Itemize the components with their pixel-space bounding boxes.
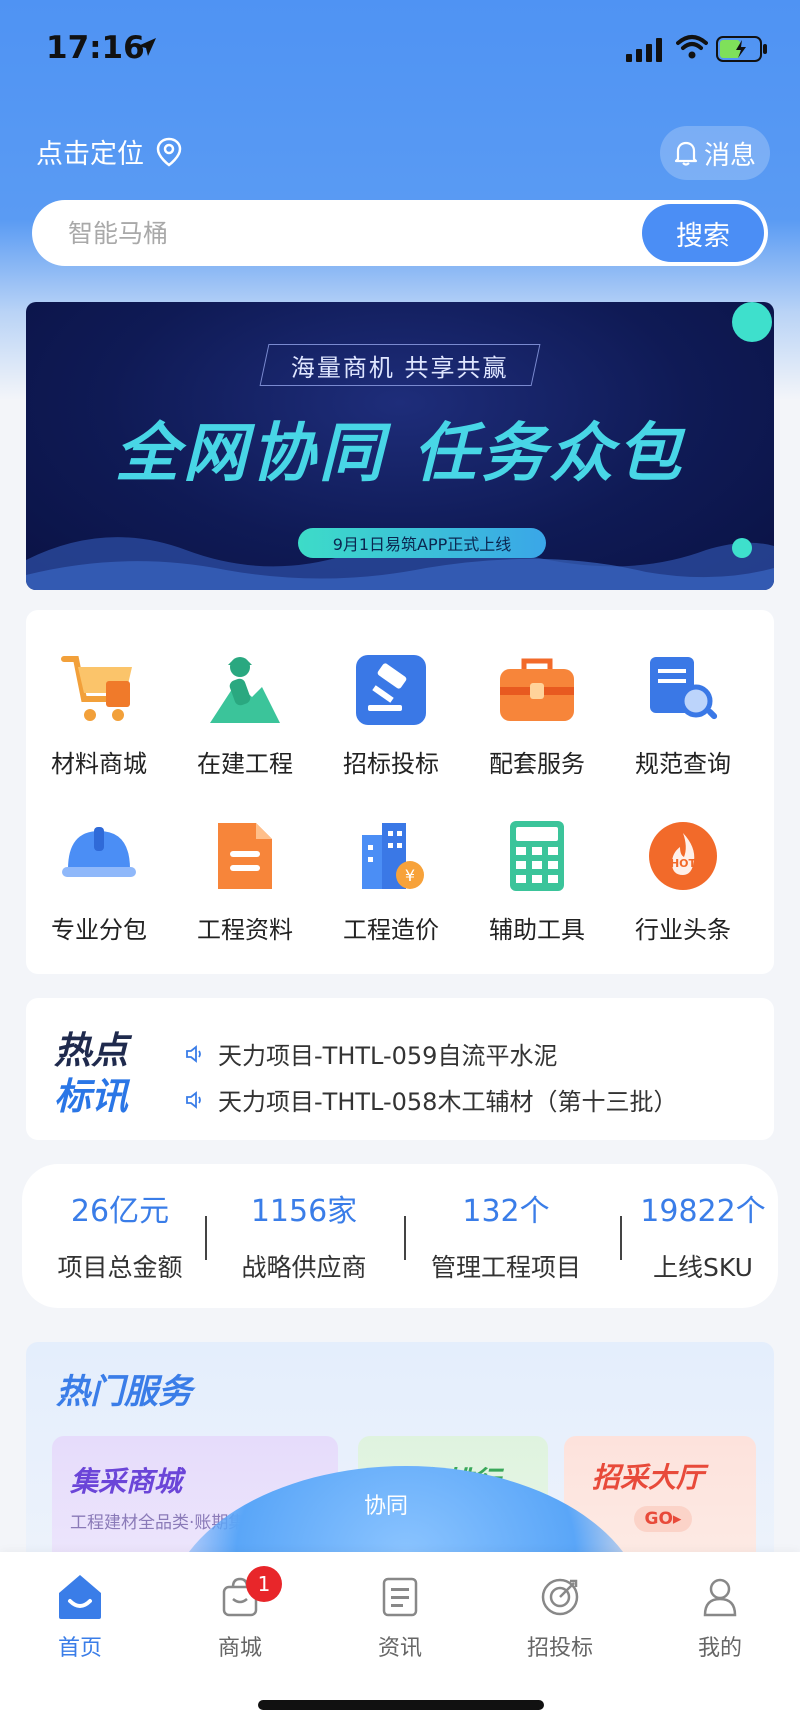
battery-charging-icon: [716, 36, 767, 62]
news-logo: 热点 标讯: [54, 1029, 128, 1118]
grid-item-label: 招标投标: [343, 750, 439, 778]
banner-slogan: 海量商机 共享共赢: [259, 344, 541, 386]
stat-value: 1156家: [250, 1194, 358, 1229]
service-go-button[interactable]: GO ▸: [634, 1506, 692, 1532]
search-button[interactable]: 搜索: [642, 204, 764, 262]
grid-item-standards-query[interactable]: 规范查询: [610, 650, 756, 779]
banner-title: 全网协同 任务众包: [114, 417, 686, 491]
tab-label: 资讯: [377, 1636, 422, 1661]
doc-search-icon: [643, 650, 723, 730]
svg-text:HOT: HOT: [670, 857, 697, 870]
cart-badge: 1: [246, 1566, 282, 1602]
grid-item-label: 规范查询: [635, 750, 731, 778]
grid-item-support-services[interactable]: 配套服务: [464, 650, 610, 779]
target-icon: [500, 1572, 620, 1622]
promo-banner[interactable]: 海量商机 共享共赢 全网协同 任务众包 9月1日易筑APP正式上线: [26, 302, 774, 590]
banner-launch-pill: 9月1日易筑APP正式上线: [298, 528, 546, 558]
profile-icon: [660, 1572, 780, 1622]
news-text: 天力项目-THTL-059自流平水泥: [218, 1042, 558, 1070]
stat-label: 上线SKU: [653, 1253, 753, 1282]
stat-suppliers: 1156家 战略供应商: [214, 1186, 394, 1284]
stat-value: 26亿元: [70, 1194, 170, 1229]
grid-item-label: 配套服务: [489, 750, 585, 778]
toolbox-icon: [497, 650, 577, 730]
grid-item-industry-news[interactable]: HOT 行业头条: [610, 816, 756, 945]
grid-item-subcontract[interactable]: 专业分包: [26, 816, 172, 945]
status-bar: 17:16: [0, 0, 800, 100]
search-bar: 搜索: [32, 200, 768, 266]
hot-services-title: 热门服务: [56, 1372, 192, 1412]
grid-item-label: 在建工程: [197, 750, 293, 778]
gavel-icon: [351, 650, 431, 730]
location-arrow-icon: [138, 38, 156, 56]
shop-bag-icon: [180, 1572, 300, 1622]
location-label: 点击定位: [36, 139, 144, 170]
divider: [620, 1216, 622, 1260]
grid-item-label: 专业分包: [51, 916, 147, 944]
search-input[interactable]: [68, 218, 628, 248]
worker-icon: [205, 650, 285, 730]
tab-label: 首页: [57, 1636, 102, 1661]
stat-value: 132个: [462, 1194, 550, 1229]
stat-label: 项目总金额: [57, 1253, 183, 1282]
hot-icon: HOT: [643, 816, 723, 896]
tab-label: 商城: [217, 1636, 262, 1661]
speaker-icon: [186, 1044, 201, 1063]
decor-dot: [732, 302, 772, 342]
stat-projects: 132个 管理工程项目: [412, 1186, 600, 1284]
wifi-icon: [676, 35, 708, 59]
hot-bid-news: 热点 标讯 天力项目-THTL-059自流平水泥 天力项目-THTL-058木工…: [26, 998, 774, 1140]
home-indicator[interactable]: [258, 1700, 544, 1710]
service-card-title: 招采大厅: [592, 1461, 705, 1494]
tab-bidding[interactable]: 招投标: [500, 1572, 620, 1662]
message-button[interactable]: 消息: [660, 126, 770, 180]
grid-item-tools[interactable]: 辅助工具: [464, 816, 610, 945]
grid-item-cost[interactable]: ¥ 工程造价: [318, 816, 464, 945]
helmet-icon: [59, 816, 139, 896]
cart-icon: [59, 650, 139, 730]
building-price-icon: ¥: [351, 816, 431, 896]
divider: [205, 1216, 207, 1260]
grid-item-material-mall[interactable]: 材料商城: [26, 650, 172, 779]
stat-label: 战略供应商: [241, 1253, 367, 1282]
location-picker[interactable]: 点击定位: [36, 132, 182, 171]
grid-item-label: 材料商城: [51, 750, 147, 778]
feature-grid: 材料商城 在建工程 招标投标 配套服务 规范查询 专业分包 工程资料 ¥ 工程造…: [26, 610, 774, 974]
overlay-label: 协同: [364, 1494, 409, 1519]
grid-item-label: 辅助工具: [489, 916, 585, 944]
tab-label: 招投标: [526, 1636, 593, 1661]
decor-dot: [732, 538, 752, 558]
news-item[interactable]: 天力项目-THTL-059自流平水泥: [184, 1036, 557, 1071]
stat-value: 19822个: [640, 1194, 766, 1229]
tab-profile[interactable]: 我的: [660, 1572, 780, 1662]
grid-item-bidding[interactable]: 招标投标: [318, 650, 464, 779]
calculator-icon: [497, 816, 577, 896]
file-icon: [205, 816, 285, 896]
speaker-icon: [186, 1090, 201, 1109]
stat-label: 管理工程项目: [430, 1253, 581, 1282]
grid-item-engineering-docs[interactable]: 工程资料: [172, 816, 318, 945]
message-label: 消息: [703, 140, 756, 171]
home-icon: [20, 1572, 140, 1622]
tab-news[interactable]: 资讯: [340, 1572, 460, 1662]
stats-panel: 26亿元 项目总金额 1156家 战略供应商 132个 管理工程项目 19822…: [22, 1164, 778, 1308]
grid-item-label: 工程资料: [197, 916, 293, 944]
stat-sku: 19822个 上线SKU: [632, 1186, 774, 1284]
news-icon: [340, 1572, 460, 1622]
divider: [404, 1216, 406, 1260]
tab-label: 我的: [697, 1636, 742, 1661]
svg-text:¥: ¥: [405, 866, 415, 885]
grid-item-label: 工程造价: [343, 916, 439, 944]
location-pin-icon: [156, 137, 182, 167]
status-time: 17:16: [46, 30, 145, 66]
grid-item-label: 行业头条: [635, 916, 731, 944]
stat-total-amount: 26亿元 项目总金额: [36, 1186, 204, 1284]
grid-item-projects[interactable]: 在建工程: [172, 650, 318, 779]
cellular-signal-icon: [626, 38, 662, 62]
tab-shop[interactable]: 1 商城: [180, 1566, 300, 1662]
bell-icon: [674, 141, 698, 166]
news-text: 天力项目-THTL-058木工辅材（第十三批）: [218, 1088, 678, 1116]
news-item[interactable]: 天力项目-THTL-058木工辅材（第十三批）: [184, 1082, 677, 1117]
tab-home[interactable]: 首页: [20, 1572, 140, 1662]
